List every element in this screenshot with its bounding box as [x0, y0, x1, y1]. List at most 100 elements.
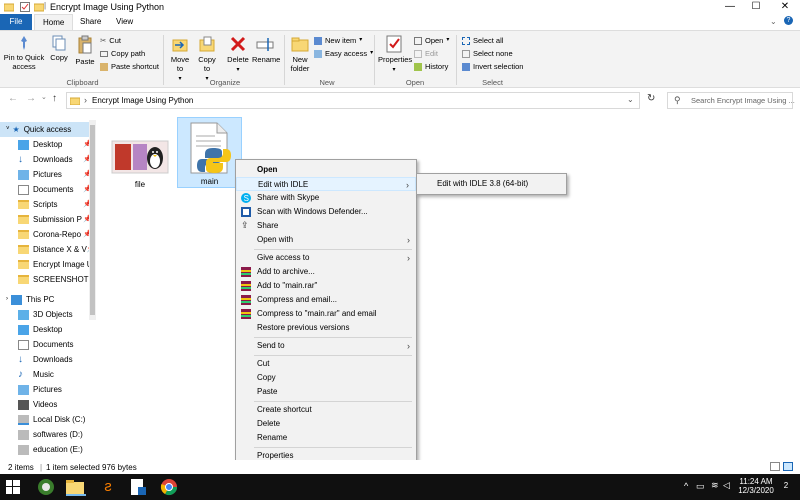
- nav-pc-documents[interactable]: Documents: [0, 337, 96, 352]
- menu-item-open[interactable]: Open: [236, 163, 416, 177]
- invert-selection-button[interactable]: Invert selection: [462, 60, 523, 73]
- edit-button[interactable]: Edit: [414, 47, 449, 60]
- tab-home[interactable]: Home: [34, 14, 74, 30]
- tab-share[interactable]: Share: [72, 14, 109, 30]
- minimize-button[interactable]: —: [717, 0, 743, 14]
- volume-icon[interactable]: ◁: [723, 480, 730, 491]
- properties-check-icon[interactable]: [20, 2, 30, 12]
- nav-pc-3d-objects[interactable]: 3D Objects: [0, 307, 96, 322]
- easy-access-button[interactable]: Easy access ▾: [314, 47, 373, 60]
- delete-button[interactable]: Delete ▾: [226, 35, 250, 75]
- file-explorer-icon[interactable]: [66, 478, 86, 496]
- new-item-button[interactable]: New item ▾: [314, 34, 373, 47]
- menu-item-scan-defender[interactable]: Scan with Windows Defender...: [236, 205, 416, 219]
- menu-item-compress-email[interactable]: Compress and email...: [236, 293, 416, 307]
- nav-pc-pictures[interactable]: Pictures: [0, 382, 96, 397]
- menu-item-create-shortcut[interactable]: Create shortcut: [236, 403, 416, 417]
- file-item-main[interactable]: main: [177, 117, 242, 188]
- properties-button[interactable]: Properties ▾: [378, 35, 412, 75]
- help-icon[interactable]: ?: [784, 16, 793, 25]
- search-input[interactable]: ⚲ Search Encrypt Image Using ...: [667, 92, 795, 109]
- pin-quick-access-button[interactable]: Pin to Quick access: [3, 35, 45, 71]
- menu-item-compress-main-rar-email[interactable]: Compress to "main.rar" and email: [236, 307, 416, 321]
- nav-item-submission[interactable]: Submission P 📌: [0, 212, 96, 227]
- nav-pc-softwares-d[interactable]: softwares (D:): [0, 427, 96, 442]
- back-arrow-icon[interactable]: ←: [8, 93, 18, 104]
- file-label: file: [134, 180, 146, 189]
- rename-button[interactable]: Rename: [252, 35, 280, 64]
- network-icon[interactable]: ▭: [696, 481, 705, 492]
- new-folder-qat-icon[interactable]: [33, 2, 45, 12]
- menu-item-restore-previous[interactable]: Restore previous versions: [236, 321, 416, 335]
- chevron-down-icon[interactable]: ⌄: [627, 95, 634, 104]
- address-bar[interactable]: › Encrypt Image Using Python ⌄: [66, 92, 640, 109]
- menu-item-delete[interactable]: Delete: [236, 417, 416, 431]
- nav-this-pc[interactable]: › This PC: [0, 292, 96, 307]
- nav-pc-education-e[interactable]: education (E:): [0, 442, 96, 457]
- menu-item-cut[interactable]: Cut: [236, 357, 416, 371]
- new-folder-button[interactable]: New folder: [287, 35, 313, 73]
- nav-item-documents[interactable]: Documents 📌: [0, 182, 96, 197]
- paste-button[interactable]: Paste: [73, 35, 97, 66]
- nav-quick-access[interactable]: ˅ ★ Quick access: [0, 122, 96, 137]
- chrome-icon[interactable]: [160, 478, 180, 496]
- menu-item-add-to-archive[interactable]: Add to archive...: [236, 265, 416, 279]
- menu-item-share-with-skype[interactable]: S Share with Skype: [236, 191, 416, 205]
- menu-item-paste[interactable]: Paste: [236, 385, 416, 399]
- details-view-icon[interactable]: [770, 462, 780, 471]
- menu-item-edit-with-idle-38[interactable]: Edit with IDLE 3.8 (64-bit): [417, 177, 566, 191]
- clock[interactable]: 11:24 AM 12/3/2020: [736, 477, 776, 495]
- recent-locations-icon[interactable]: ⌄: [41, 93, 47, 101]
- menu-item-edit-with-idle[interactable]: Edit with IDLE ›: [236, 177, 416, 191]
- nav-item-pictures[interactable]: Pictures 📌: [0, 167, 96, 182]
- nav-item-encrypt[interactable]: Encrypt Image U: [0, 257, 96, 272]
- menu-item-add-to-main-rar[interactable]: Add to "main.rar": [236, 279, 416, 293]
- menu-item-copy[interactable]: Copy: [236, 371, 416, 385]
- chevron-down-icon[interactable]: ⌄: [770, 17, 777, 26]
- nav-item-downloads[interactable]: ↓ Downloads 📌: [0, 152, 96, 167]
- windows-start-icon[interactable]: [6, 478, 26, 496]
- menu-item-send-to[interactable]: Send to ›: [236, 339, 416, 353]
- document-app-icon[interactable]: [130, 478, 150, 496]
- maximize-button[interactable]: ☐: [743, 0, 769, 14]
- menu-item-open-with[interactable]: Open with ›: [236, 233, 416, 247]
- up-arrow-icon[interactable]: ↑: [52, 93, 57, 104]
- move-to-button[interactable]: Move to ▾: [168, 35, 192, 84]
- tab-file[interactable]: File: [0, 14, 32, 30]
- nav-pc-local-disk-c[interactable]: Local Disk (C:): [0, 412, 96, 427]
- nav-pc-music[interactable]: ♪ Music: [0, 367, 96, 382]
- nav-item-screenshots[interactable]: SCREENSHOTS: [0, 272, 96, 287]
- nav-pc-desktop[interactable]: Desktop: [0, 322, 96, 337]
- nav-scrollbar-thumb[interactable]: [90, 125, 95, 315]
- large-icons-view-icon[interactable]: [783, 462, 793, 471]
- history-button[interactable]: History: [414, 60, 449, 73]
- menu-item-give-access-to[interactable]: Give access to ›: [236, 251, 416, 265]
- select-all-button[interactable]: Select all: [462, 34, 523, 47]
- nav-item-scripts[interactable]: Scripts 📌: [0, 197, 96, 212]
- paste-shortcut-button[interactable]: Paste shortcut: [100, 60, 159, 73]
- tray-expand-icon[interactable]: ^: [684, 481, 688, 491]
- copy-button[interactable]: Copy: [48, 35, 70, 62]
- tab-view[interactable]: View: [108, 14, 141, 30]
- select-none-button[interactable]: Select none: [462, 47, 523, 60]
- nav-item-desktop[interactable]: Desktop 📌: [0, 137, 96, 152]
- copy-path-button[interactable]: Copy path: [100, 47, 159, 60]
- nav-item-corona[interactable]: Corona-Repo 📌: [0, 227, 96, 242]
- wifi-icon[interactable]: ≋: [711, 480, 719, 491]
- refresh-icon[interactable]: ↻: [647, 93, 655, 104]
- menu-item-share[interactable]: ⇪ Share: [236, 219, 416, 233]
- cut-button[interactable]: ✂ Cut: [100, 34, 159, 47]
- nav-pc-downloads[interactable]: ↓ Downloads: [0, 352, 96, 367]
- nav-item-distance[interactable]: Distance X & V📌: [0, 242, 96, 257]
- sublime-like-icon[interactable]: ƨ: [98, 478, 118, 496]
- nav-pc-videos[interactable]: Videos: [0, 397, 96, 412]
- copy-to-button[interactable]: Copy to ▾: [195, 35, 219, 84]
- menu-item-rename[interactable]: Rename: [236, 431, 416, 445]
- breadcrumb[interactable]: Encrypt Image Using Python: [92, 96, 193, 105]
- chrome-like-ball-icon[interactable]: [37, 478, 57, 496]
- close-button[interactable]: ✕: [772, 0, 798, 14]
- file-item-file[interactable]: file: [110, 140, 170, 189]
- forward-arrow-icon[interactable]: →: [26, 93, 36, 104]
- notification-center-icon[interactable]: 2: [779, 479, 793, 493]
- open-button[interactable]: Open ▾: [414, 34, 449, 47]
